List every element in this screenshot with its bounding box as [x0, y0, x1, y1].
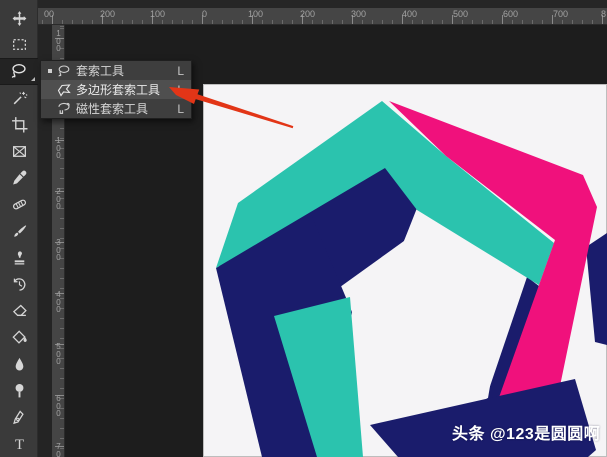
lasso-icon — [10, 62, 28, 80]
eraser-icon — [11, 302, 28, 319]
ruler-label: 300 — [56, 238, 61, 262]
menu-item-label: 多边形套索工具 — [76, 83, 161, 97]
eyedropper-icon — [11, 169, 28, 186]
ruler-label: 200 — [56, 187, 61, 211]
menu-item-magnetic-lasso-tool[interactable]: 磁性套索工具 L — [41, 99, 191, 118]
selected-tool-bullet — [45, 68, 55, 73]
menu-item-label: 磁性套索工具 — [76, 102, 149, 116]
move-tool-button[interactable] — [0, 5, 38, 32]
eyedropper-tool-button[interactable] — [0, 165, 38, 192]
history-brush-icon — [11, 276, 28, 293]
menu-item-polygonal-lasso-tool[interactable]: 多边形套索工具 L — [41, 80, 191, 99]
menu-item-shortcut: L — [177, 63, 184, 78]
horizontal-ruler[interactable]: 00 200 100 0 100 200 300 400 500 600 700… — [38, 8, 607, 25]
ruler-label: 0 — [202, 9, 208, 19]
rectangular-marquee-icon — [11, 36, 28, 53]
ruler-label: 400 — [56, 290, 61, 314]
ruler-label: 100 — [248, 9, 264, 19]
magnetic-lasso-icon — [55, 102, 73, 116]
rectangular-marquee-tool-button[interactable] — [0, 32, 38, 59]
blur-tool-button[interactable] — [0, 351, 38, 378]
dodge-tool-button[interactable] — [0, 377, 38, 404]
ruler-label: 700 — [56, 442, 61, 457]
ruler-label: 100 — [56, 29, 61, 53]
ruler-label: 00 — [44, 9, 55, 19]
watermark-text: 头条 @123是圆圆啊 — [452, 426, 601, 443]
crop-tool-button[interactable] — [0, 111, 38, 138]
ruler-label: 500 — [453, 9, 469, 19]
pen-tool-button[interactable] — [0, 404, 38, 431]
dodge-icon — [11, 382, 28, 399]
ruler-label: 100 — [56, 136, 61, 160]
ruler-label: 200 — [100, 9, 116, 19]
blur-drop-icon — [11, 356, 28, 373]
ruler-label: 100 — [150, 9, 166, 19]
menu-item-label: 套索工具 — [76, 64, 125, 78]
menu-item-lasso-tool[interactable]: 套索工具 L — [41, 61, 191, 80]
svg-text:T: T — [14, 437, 23, 452]
tools-panel: T — [0, 0, 38, 457]
menu-item-shortcut: L — [177, 82, 184, 97]
eraser-tool-button[interactable] — [0, 298, 38, 325]
type-icon: T — [11, 435, 28, 452]
ruler-label: 300 — [351, 9, 367, 19]
lasso-icon — [55, 64, 73, 78]
pen-icon — [11, 409, 28, 426]
healing-brush-icon — [11, 196, 28, 213]
brush-icon — [11, 223, 28, 240]
ruler-label: 600 — [56, 394, 61, 418]
lasso-tool-flyout-menu: 套索工具 L 多边形套索工具 L 磁性套索工具 L — [40, 60, 192, 119]
move-icon — [11, 10, 28, 27]
menu-item-shortcut: L — [177, 101, 184, 116]
frame-tool-button[interactable] — [0, 138, 38, 165]
magic-wand-tool-button[interactable] — [0, 85, 38, 112]
ruler-label: 200 — [300, 9, 316, 19]
history-brush-tool-button[interactable] — [0, 271, 38, 298]
brush-tool-button[interactable] — [0, 218, 38, 245]
top-strip — [38, 0, 607, 8]
ruler-label: 500 — [56, 342, 61, 366]
crop-icon — [11, 116, 28, 133]
lasso-tool-button[interactable] — [0, 58, 38, 85]
clone-stamp-icon — [11, 249, 28, 266]
ruler-label: 8 — [601, 9, 607, 19]
ruler-label: 400 — [402, 9, 418, 19]
healing-brush-tool-button[interactable] — [0, 191, 38, 218]
polygonal-lasso-icon — [55, 83, 73, 97]
paint-bucket-tool-button[interactable] — [0, 324, 38, 351]
magic-wand-icon — [11, 90, 28, 107]
paint-bucket-icon — [11, 329, 28, 346]
frame-icon — [11, 143, 28, 160]
ruler-label: 600 — [503, 9, 519, 19]
clone-stamp-tool-button[interactable] — [0, 244, 38, 271]
type-tool-button[interactable]: T — [0, 431, 38, 457]
ruler-label: 700 — [553, 9, 569, 19]
